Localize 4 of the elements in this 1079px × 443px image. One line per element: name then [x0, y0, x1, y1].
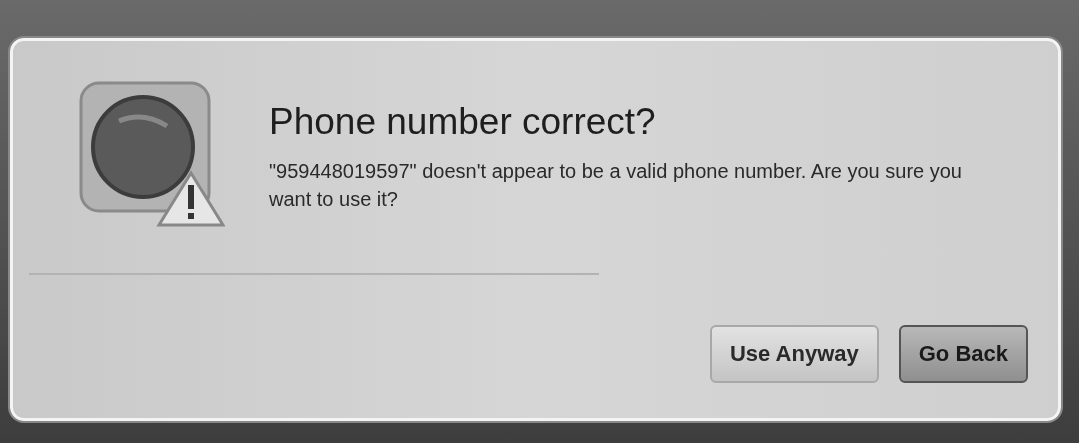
- dialog-title: Phone number correct?: [269, 101, 657, 143]
- dialog-button[interactable]: Use Anyway: [709, 325, 879, 383]
- dialog-message: "959448019597" doesn't appear to be a valid phone number. Are you sure you want to use it?: [269, 159, 963, 212]
- default-button[interactable]: Go Back: [898, 325, 1028, 383]
